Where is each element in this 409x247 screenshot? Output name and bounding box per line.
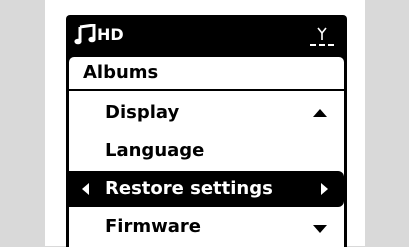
left-arrow-icon — [82, 183, 89, 195]
menu-title-bar: Albums — [69, 57, 344, 89]
menu-item-label: Language — [105, 140, 205, 161]
status-bar: HD — [66, 15, 347, 55]
menu-item-label: Restore settings — [105, 178, 273, 199]
settings-menu-list: Display Language Restore settings Firmwa… — [69, 91, 344, 247]
menu-item-firmware[interactable]: Firmware — [69, 209, 344, 245]
source-indicator: HD — [74, 23, 124, 47]
scroll-down-arrow-icon[interactable] — [313, 225, 327, 233]
menu-item-language[interactable]: Language — [69, 133, 344, 169]
menu-item-label: Firmware — [105, 216, 201, 237]
menu-item-label: Display — [105, 102, 180, 123]
right-arrow-icon — [321, 183, 328, 195]
menu-title: Albums — [83, 62, 159, 83]
source-label: HD — [97, 25, 124, 44]
music-note-icon — [74, 24, 96, 45]
wifi-antenna-icon — [310, 27, 334, 46]
menu-item-display[interactable]: Display — [69, 95, 344, 131]
device-screen: HD Albums Display Language Restore setti… — [66, 15, 347, 247]
menu-item-restore-settings[interactable]: Restore settings — [69, 171, 344, 207]
scroll-up-arrow-icon[interactable] — [313, 109, 327, 117]
